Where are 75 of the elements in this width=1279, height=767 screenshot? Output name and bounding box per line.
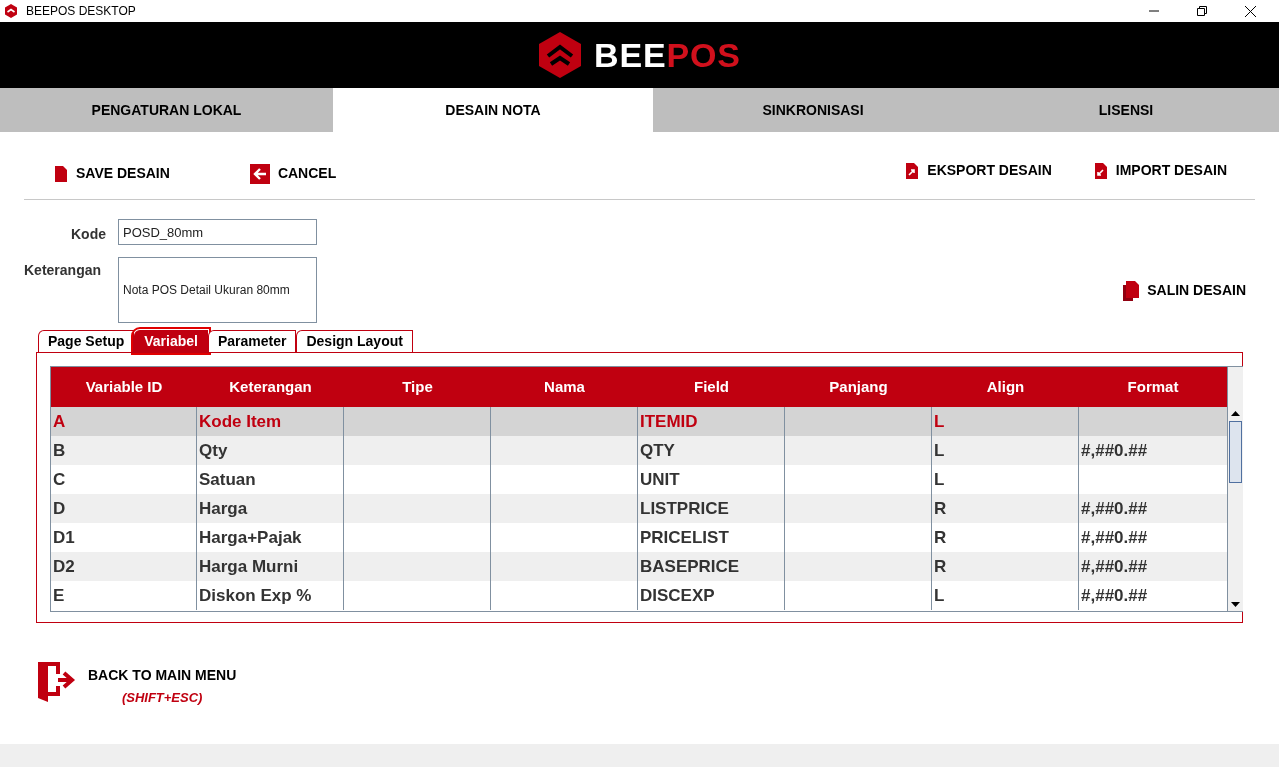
shortcut-hint: (SHIFT+ESC): [121, 689, 203, 707]
main-tab[interactable]: PENGATURAN LOKAL: [0, 88, 333, 132]
table-cell-text: #,##0.##: [1081, 497, 1148, 520]
window-title: BEEPOS DESKTOP: [26, 3, 136, 20]
toolbar-button[interactable]: CANCEL: [249, 163, 337, 184]
sub-tab[interactable]: Page Setup: [38, 330, 135, 352]
table-cell-text: Qty: [199, 439, 228, 462]
table-cell-text: QTY: [640, 439, 675, 462]
table-cell-text: #,##0.##: [1081, 555, 1148, 578]
scroll-thumb[interactable]: [1229, 421, 1242, 483]
table-cell-text: ITEMID: [640, 410, 698, 433]
table-cell-text: C: [53, 468, 66, 491]
main-tab[interactable]: LISENSI: [973, 88, 1279, 132]
keterangan-label: Keterangan: [24, 261, 103, 280]
table-cell-text: D1: [53, 526, 75, 549]
column-header[interactable]: Format: [1079, 367, 1227, 407]
table-cell-text: Satuan: [199, 468, 256, 491]
table-cell-text: Diskon Exp %: [199, 584, 312, 607]
app-icon: [4, 4, 18, 18]
restore-icon[interactable]: [1197, 6, 1207, 16]
table-row[interactable]: D2 Harga Murni BASEPRICE R #,##0.##: [51, 552, 1227, 581]
sub-tab[interactable]: Variabel: [134, 330, 208, 352]
copy-design-button[interactable]: SALIN DESAIN: [1121, 280, 1246, 301]
table-row[interactable]: A Kode Item ITEMID L: [51, 407, 1227, 436]
column-header[interactable]: Panjang: [785, 367, 932, 407]
back-to-main-menu-button[interactable]: BACK TO MAIN MENU: [88, 665, 237, 686]
table-cell-text: Harga: [199, 497, 248, 520]
table-cell-text: LISTPRICE: [640, 497, 729, 520]
table-cell-text: A: [53, 410, 66, 433]
table-cell-text: Harga+Pajak: [199, 526, 302, 549]
toolbar-button[interactable]: EKSPORT DESAIN: [905, 160, 1052, 181]
column-header[interactable]: Tipe: [344, 367, 491, 407]
logo-icon: [538, 32, 583, 78]
table-row[interactable]: D Harga LISTPRICE R #,##0.##: [51, 494, 1227, 523]
kode-label: Kode: [70, 225, 106, 244]
sub-tab[interactable]: Parameter: [207, 330, 297, 352]
table-cell-text: #,##0.##: [1081, 526, 1148, 549]
column-header[interactable]: Nama: [491, 367, 638, 407]
scrollbar[interactable]: [1227, 367, 1243, 611]
table-cell-text: R: [934, 497, 947, 520]
table-cell-text: D: [53, 497, 66, 520]
main-tab[interactable]: SINKRONISASI: [653, 88, 973, 132]
table-cell-text: Harga Murni: [199, 555, 299, 578]
table-cell-text: Kode Item: [199, 410, 282, 433]
table-cell-text: L: [934, 439, 945, 462]
column-header[interactable]: Field: [638, 367, 785, 407]
kode-input[interactable]: POSD_80mm: [118, 219, 317, 245]
column-header[interactable]: Keterangan: [197, 367, 344, 407]
table-cell-text: R: [934, 526, 947, 549]
keterangan-input[interactable]: Nota POS Detail Ukuran 80mm: [118, 257, 317, 323]
table-cell-text: BASEPRICE: [640, 555, 740, 578]
table-cell-text: DISCEXP: [640, 584, 715, 607]
table-cell-text: L: [934, 584, 945, 607]
table-cell-text: D2: [53, 555, 75, 578]
table-cell-text: R: [934, 555, 947, 578]
table-cell-text: #,##0.##: [1081, 439, 1148, 462]
table-cell-text: B: [53, 439, 66, 462]
column-header[interactable]: Variable ID: [51, 367, 197, 407]
column-header[interactable]: Align: [932, 367, 1079, 407]
sub-tab[interactable]: Design Layout: [296, 330, 413, 352]
logo-text: BEEPOS: [594, 34, 741, 76]
toolbar-button[interactable]: SAVE DESAIN: [54, 163, 170, 184]
document-icon: [54, 164, 68, 183]
copy-icon: [1121, 280, 1140, 301]
table-cell-text: E: [53, 584, 65, 607]
document-arrow-icon: [905, 161, 920, 180]
table-cell-text: L: [934, 410, 945, 433]
toolbar-button[interactable]: IMPORT DESAIN: [1093, 160, 1227, 181]
table-cell-text: L: [934, 468, 945, 491]
table-cell-text: UNIT: [640, 468, 680, 491]
table-cell-text: PRICELIST: [640, 526, 729, 549]
document-arrow-icon: [1093, 161, 1108, 180]
table-row[interactable]: B Qty QTY L #,##0.##: [51, 436, 1227, 465]
table-cell-text: #,##0.##: [1081, 584, 1148, 607]
close-icon[interactable]: [1245, 5, 1256, 17]
